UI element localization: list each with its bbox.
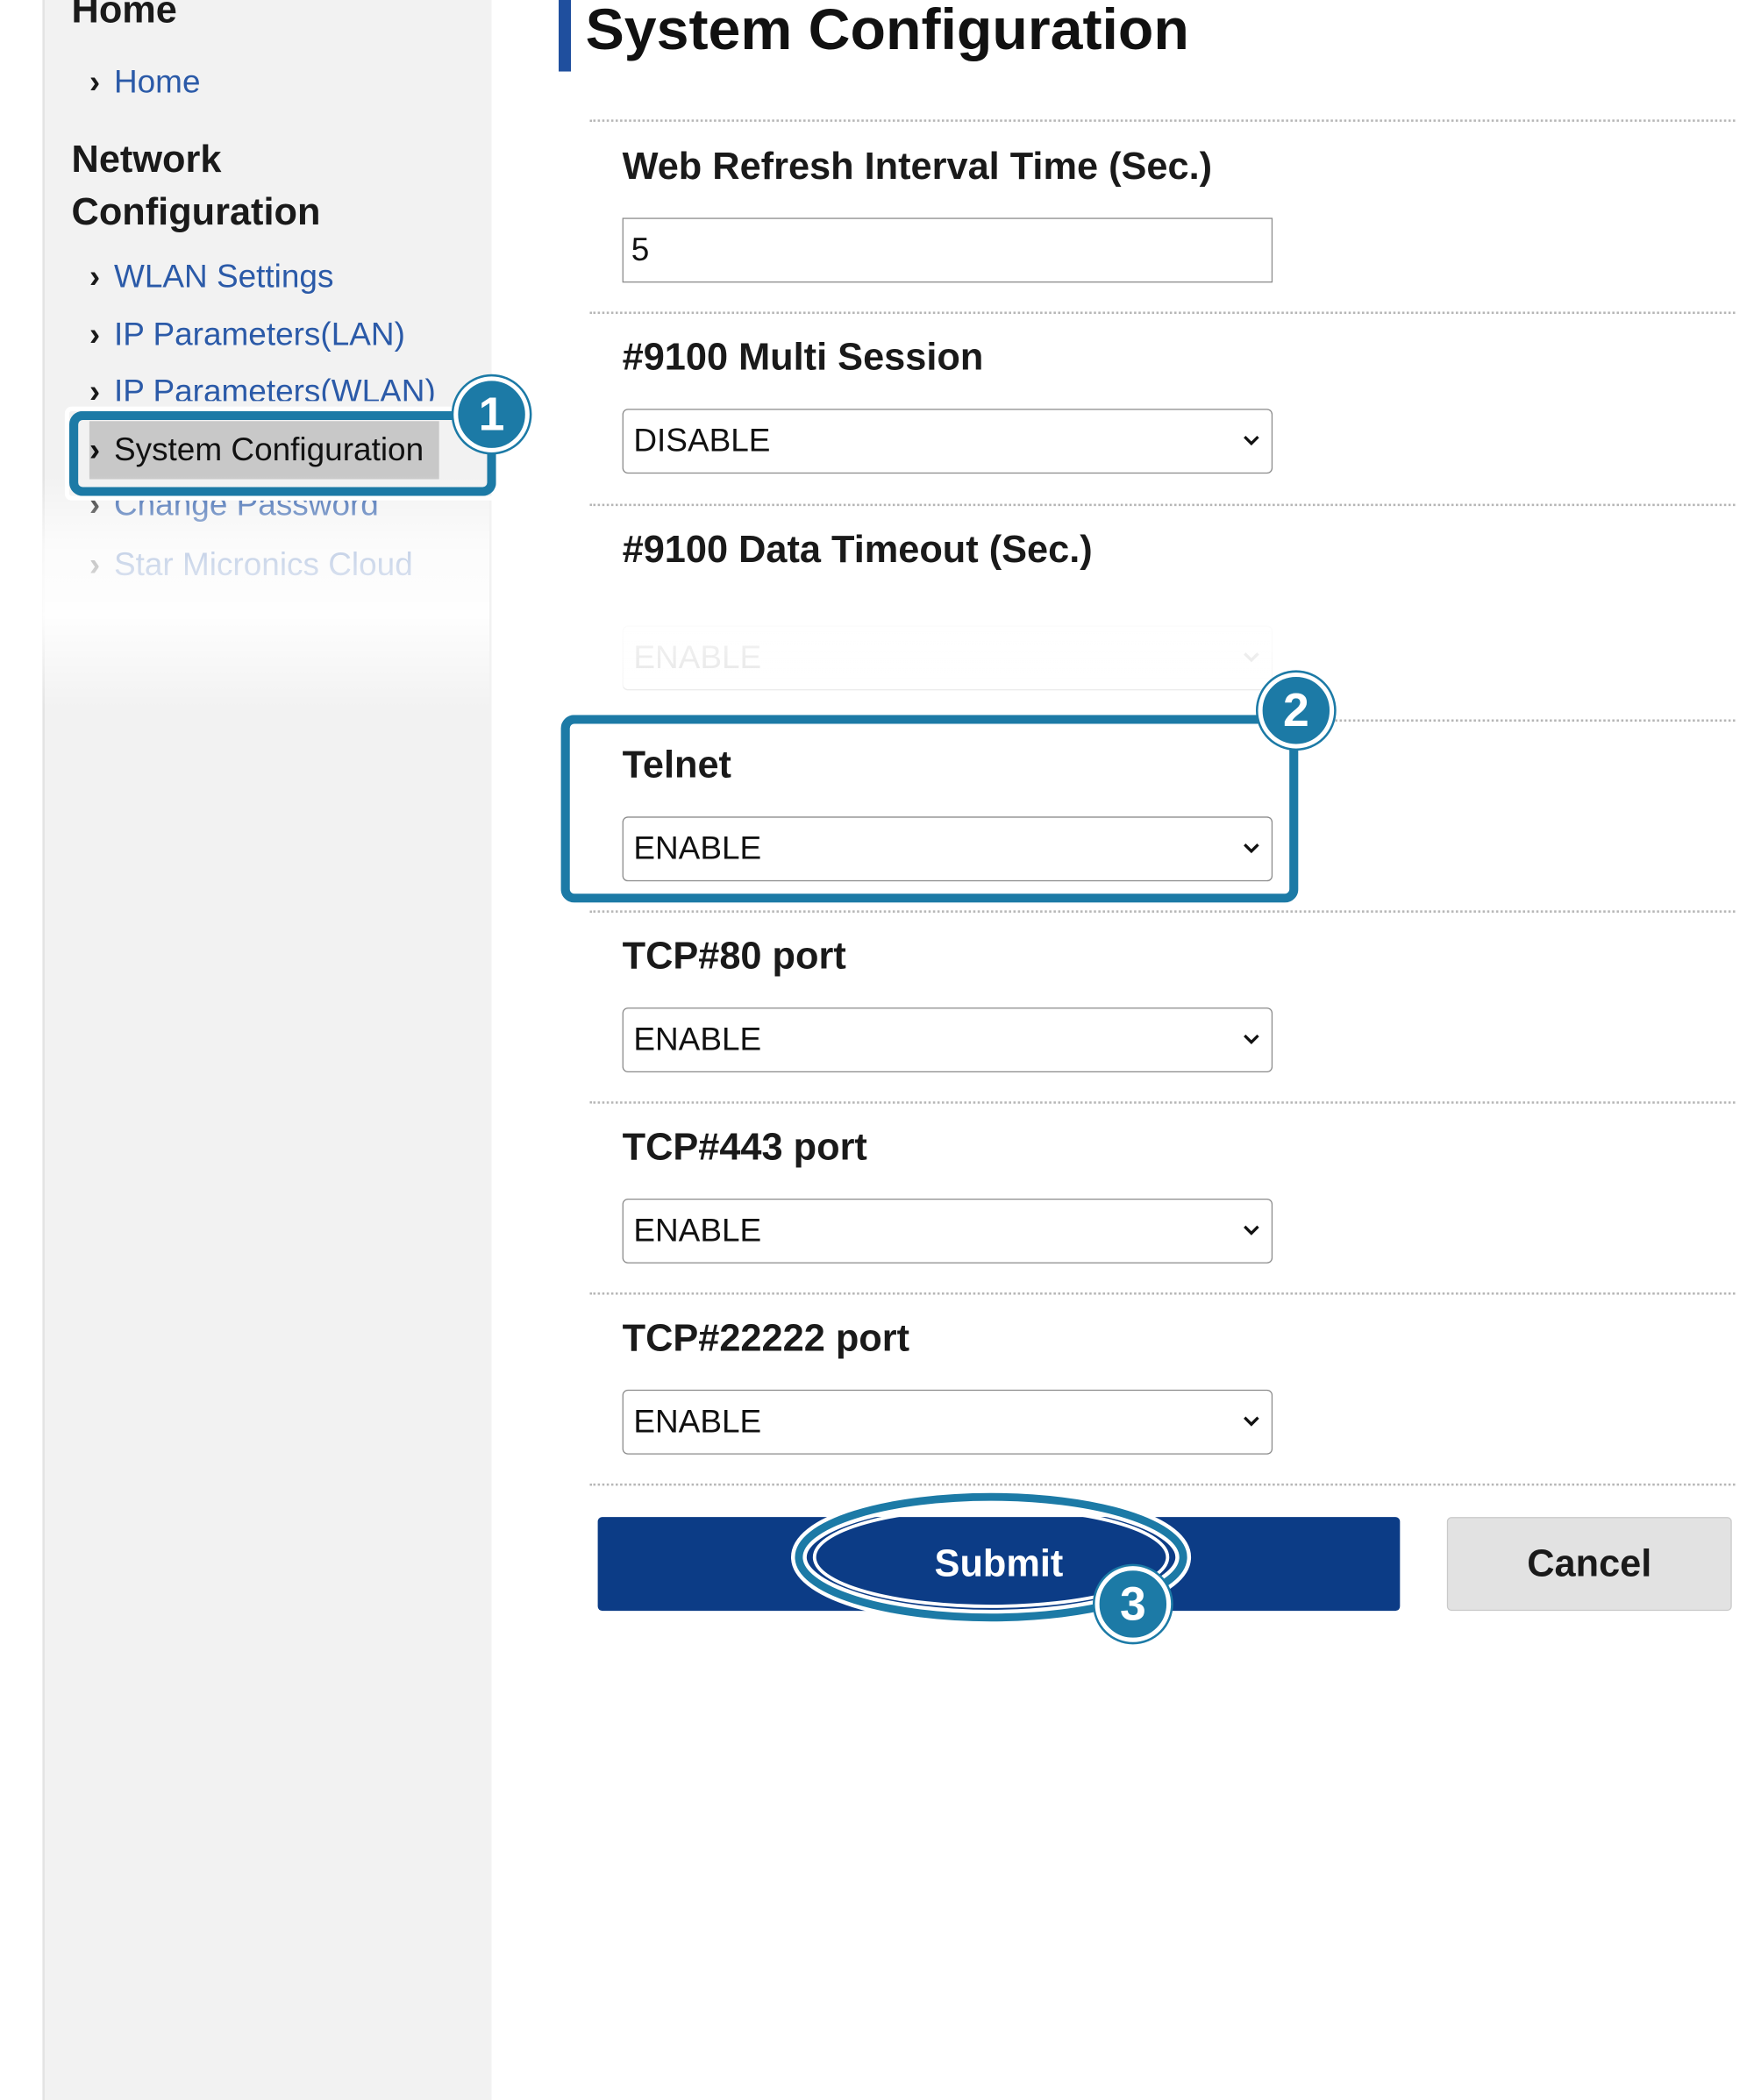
multi-session-select[interactable]: DISABLE bbox=[622, 409, 1273, 474]
title-accent-bar bbox=[559, 0, 572, 72]
tcp443-select[interactable]: ENABLE bbox=[622, 1199, 1273, 1264]
divider bbox=[589, 1292, 1736, 1295]
chevron-down-icon bbox=[1244, 435, 1259, 446]
chevron-right-icon: › bbox=[89, 64, 101, 101]
select-value: ENABLE bbox=[633, 1404, 762, 1441]
field-label-tcp22222: TCP#22222 port bbox=[622, 1317, 910, 1360]
sidebar-heading-line: Configuration bbox=[71, 190, 321, 234]
divider bbox=[589, 1101, 1736, 1104]
sidebar-item-wlan-settings[interactable]: › WLAN Settings bbox=[89, 257, 334, 297]
sidebar-item-ip-parameters-wlan[interactable]: › IP Parameters(WLAN) bbox=[89, 372, 436, 402]
select-value: ENABLE bbox=[633, 640, 762, 676]
select-value: ENABLE bbox=[633, 1022, 762, 1058]
callout-number-3: 3 bbox=[1094, 1566, 1172, 1642]
callout-number-1: 1 bbox=[453, 376, 530, 452]
sidebar-item-label: Star Micronics Cloud bbox=[113, 547, 413, 584]
field-label-tcp80: TCP#80 port bbox=[622, 935, 846, 978]
sidebar-item-change-password[interactable]: › Change Password bbox=[89, 501, 379, 525]
divider bbox=[589, 910, 1736, 913]
page-title: System Configuration bbox=[585, 0, 1189, 63]
sidebar-item-ip-parameters-lan[interactable]: › IP Parameters(LAN) bbox=[89, 315, 405, 355]
field-label-9100-data-timeout: #9100 Data Timeout (Sec.) bbox=[622, 528, 1093, 572]
divider bbox=[589, 503, 1736, 507]
chevron-right-icon: › bbox=[89, 317, 101, 353]
callout-number-2: 2 bbox=[1258, 672, 1335, 749]
tcp22222-select[interactable]: ENABLE bbox=[622, 1389, 1273, 1455]
chevron-right-icon: › bbox=[89, 374, 101, 402]
sidebar-item-label: WLAN Settings bbox=[113, 259, 334, 295]
sidebar-item-label: Change Password bbox=[113, 500, 379, 523]
callout-highlight-sidebar bbox=[64, 406, 501, 501]
sidebar-item-inner: › Change Password bbox=[89, 501, 379, 525]
divider bbox=[589, 311, 1736, 314]
chevron-right-icon: › bbox=[89, 259, 101, 295]
sidebar-heading-network: Network Configuration bbox=[72, 134, 321, 239]
select-value: ENABLE bbox=[633, 1213, 762, 1249]
divider bbox=[589, 119, 1736, 122]
field-label-tcp443: TCP#443 port bbox=[622, 1126, 867, 1169]
chevron-down-icon bbox=[1244, 1034, 1259, 1044]
sidebar: Home › Home Network Configuration › WLAN S… bbox=[42, 0, 492, 2100]
submit-button[interactable]: Submit bbox=[597, 1517, 1401, 1612]
chevron-right-icon: › bbox=[89, 547, 101, 584]
select-value: DISABLE bbox=[633, 423, 771, 459]
data-timeout-select[interactable]: ENABLE bbox=[622, 625, 1273, 691]
tcp80-select[interactable]: ENABLE bbox=[622, 1007, 1273, 1073]
chevron-right-icon: › bbox=[89, 500, 101, 523]
sidebar-item-label: IP Parameters(LAN) bbox=[113, 317, 405, 353]
chevron-down-icon bbox=[1244, 652, 1259, 663]
chevron-down-icon bbox=[1244, 1225, 1259, 1235]
divider bbox=[589, 1483, 1736, 1486]
page-root: Home › Home Network Configuration › WLAN S… bbox=[0, 0, 1754, 2100]
sidebar-item-label: IP Parameters(WLAN) bbox=[113, 374, 436, 402]
sidebar-item-label: Home bbox=[113, 64, 201, 101]
web-refresh-interval-input[interactable] bbox=[622, 217, 1273, 283]
cancel-button[interactable]: Cancel bbox=[1446, 1517, 1732, 1612]
sidebar-heading-line: Network bbox=[71, 138, 222, 182]
sidebar-heading-home: Home bbox=[71, 0, 177, 32]
chevron-down-icon bbox=[1244, 1416, 1259, 1427]
field-label-web-refresh: Web Refresh Interval Time (Sec.) bbox=[622, 145, 1213, 189]
field-label-9100-multi-session: #9100 Multi Session bbox=[622, 336, 984, 379]
sidebar-item-home[interactable]: › Home bbox=[89, 62, 201, 103]
callout-highlight-telnet bbox=[556, 710, 1303, 908]
sidebar-item-star-micronics-cloud[interactable]: › Star Micronics Cloud bbox=[89, 545, 413, 586]
